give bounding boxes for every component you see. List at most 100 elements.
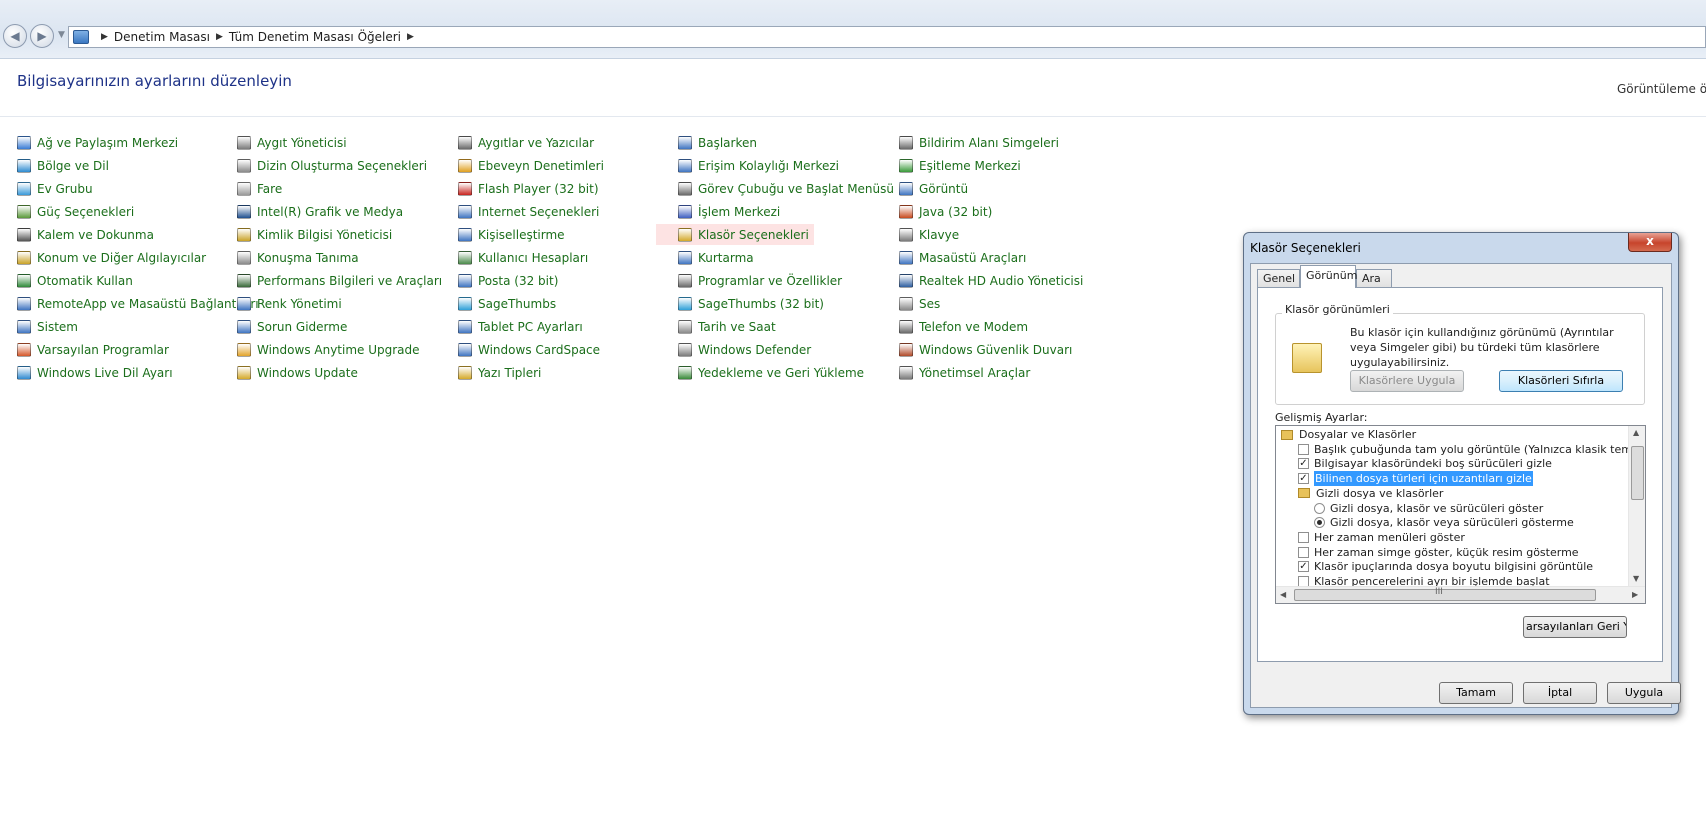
setting-radio[interactable] bbox=[1314, 502, 1325, 514]
breadcrumb-control-panel[interactable]: Denetim Masası bbox=[114, 30, 210, 44]
setting-checkbox[interactable] bbox=[1298, 443, 1309, 455]
control-panel-item[interactable]: Kişiselleştirme bbox=[458, 224, 565, 245]
control-panel-item[interactable]: Ses bbox=[899, 293, 940, 314]
setting-checkbox[interactable]: ✓ bbox=[1298, 458, 1309, 470]
control-panel-item[interactable]: Klavye bbox=[899, 224, 959, 245]
advanced-setting-row[interactable]: Her zaman menüleri göster bbox=[1298, 530, 1465, 545]
advanced-setting-row[interactable]: Başlık çubuğunda tam yolu görüntüle (Yal… bbox=[1298, 442, 1643, 457]
control-panel-item[interactable]: Bildirim Alanı Simgeleri bbox=[899, 132, 1059, 153]
advanced-setting-row[interactable]: ✓ Bilinen dosya türleri için uzantıları g… bbox=[1298, 471, 1533, 487]
address-bar[interactable]: ▶ Denetim Masası ▶ Tüm Denetim Masası Öğ… bbox=[68, 26, 1706, 48]
apply-to-folders-button[interactable]: Klasörlere Uygula bbox=[1350, 370, 1464, 392]
cancel-button[interactable]: İptal bbox=[1523, 682, 1597, 704]
close-icon[interactable]: x bbox=[1628, 233, 1672, 252]
back-arrow-icon[interactable]: ◀ bbox=[3, 24, 27, 48]
control-panel-item[interactable]: Klasör Seçenekleri bbox=[656, 224, 814, 245]
control-panel-item[interactable]: Sorun Giderme bbox=[237, 316, 347, 337]
control-panel-item[interactable]: Telefon ve Modem bbox=[899, 316, 1028, 337]
breadcrumb-arrow-icon[interactable]: ▶ bbox=[407, 32, 414, 42]
control-panel-item[interactable]: Programlar ve Özellikler bbox=[678, 270, 842, 291]
control-panel-item[interactable]: Aygıt Yöneticisi bbox=[237, 132, 347, 153]
control-panel-item[interactable]: Tarih ve Saat bbox=[678, 316, 776, 337]
control-panel-item[interactable]: Bölge ve Dil bbox=[17, 155, 109, 176]
advanced-setting-row[interactable]: ✓ Bilgisayar klasöründeki boş sürücüleri … bbox=[1298, 456, 1552, 471]
breadcrumb-arrow-icon[interactable]: ▶ bbox=[101, 32, 108, 42]
control-panel-item[interactable]: Realtek HD Audio Yöneticisi bbox=[899, 270, 1083, 291]
recent-pages-dropdown-icon[interactable]: ▼ bbox=[58, 30, 65, 40]
control-panel-item[interactable]: Yazı Tipleri bbox=[458, 362, 541, 383]
control-panel-item[interactable]: İşlem Merkezi bbox=[678, 201, 780, 222]
control-panel-item[interactable]: Varsayılan Programlar bbox=[17, 339, 169, 360]
control-panel-item[interactable]: Flash Player (32 bit) bbox=[458, 178, 599, 199]
control-panel-item[interactable]: SageThumbs (32 bit) bbox=[678, 293, 824, 314]
setting-checkbox[interactable]: ✓ bbox=[1298, 473, 1309, 485]
control-panel-item[interactable]: Sistem bbox=[17, 316, 78, 337]
control-panel-item[interactable]: Fare bbox=[237, 178, 282, 199]
advanced-settings-tree[interactable]: Dosyalar ve Klasörler Başlık çubuğunda ta… bbox=[1275, 425, 1646, 604]
control-panel-item[interactable]: Windows Anytime Upgrade bbox=[237, 339, 420, 360]
control-panel-item[interactable]: Kalem ve Dokunma bbox=[17, 224, 154, 245]
setting-radio[interactable] bbox=[1314, 517, 1325, 529]
advanced-setting-row[interactable]: Her zaman simge göster, küçük resim göst… bbox=[1298, 545, 1579, 560]
scroll-down-icon[interactable]: ▼ bbox=[1633, 574, 1639, 583]
control-panel-item[interactable]: Yedekleme ve Geri Yükleme bbox=[678, 362, 864, 383]
horizontal-scrollbar[interactable]: ◀ III ▶ bbox=[1276, 586, 1645, 603]
control-panel-item[interactable]: Windows Update bbox=[237, 362, 358, 383]
control-panel-item[interactable]: Windows CardSpace bbox=[458, 339, 600, 360]
control-panel-item[interactable]: Kullanıcı Hesapları bbox=[458, 247, 588, 268]
tab-general[interactable]: Genel bbox=[1257, 269, 1300, 287]
control-panel-item[interactable]: Kurtarma bbox=[678, 247, 754, 268]
control-panel-item[interactable]: Başlarken bbox=[678, 132, 757, 153]
apply-button[interactable]: Uygula bbox=[1607, 682, 1681, 704]
scroll-right-icon[interactable]: ▶ bbox=[1632, 590, 1638, 599]
control-panel-item[interactable]: Görev Çubuğu ve Başlat Menüsü bbox=[678, 178, 894, 199]
scroll-left-icon[interactable]: ◀ bbox=[1280, 590, 1286, 599]
setting-checkbox[interactable] bbox=[1298, 531, 1309, 543]
reset-folders-button[interactable]: Klasörleri Sıfırla bbox=[1499, 370, 1623, 392]
control-panel-item[interactable]: Kimlik Bilgisi Yöneticisi bbox=[237, 224, 392, 245]
advanced-setting-row[interactable]: ✓ Klasör ipuçlarında dosya boyutu bilgisi… bbox=[1298, 559, 1593, 574]
control-panel-item[interactable]: Intel(R) Grafik ve Medya bbox=[237, 201, 403, 222]
control-panel-item[interactable]: Masaüstü Araçları bbox=[899, 247, 1026, 268]
scroll-up-icon[interactable]: ▲ bbox=[1633, 428, 1639, 437]
control-panel-item[interactable]: Yönetimsel Araçlar bbox=[899, 362, 1030, 383]
control-panel-item[interactable]: Ev Grubu bbox=[17, 178, 93, 199]
restore-defaults-button[interactable]: arsayılanları Geri Yükl bbox=[1523, 616, 1627, 638]
control-panel-item[interactable]: Güç Seçenekleri bbox=[17, 201, 134, 222]
horizontal-scroll-thumb[interactable]: III bbox=[1294, 587, 1596, 601]
tab-view[interactable]: Görünüm bbox=[1300, 265, 1357, 288]
control-panel-item[interactable]: Dizin Oluşturma Seçenekleri bbox=[237, 155, 427, 176]
control-panel-item[interactable]: Windows Güvenlik Duvarı bbox=[899, 339, 1072, 360]
control-panel-item[interactable]: Otomatik Kullan bbox=[17, 270, 133, 291]
setting-checkbox[interactable] bbox=[1298, 546, 1309, 558]
advanced-setting-row[interactable]: Gizli dosya, klasör veya sürücüleri göst… bbox=[1314, 515, 1574, 530]
tab-search[interactable]: Ara bbox=[1356, 269, 1392, 287]
control-panel-item[interactable]: Konum ve Diğer Algılayıcılar bbox=[17, 247, 206, 268]
control-panel-item[interactable]: Renk Yönetimi bbox=[237, 293, 342, 314]
breadcrumb-arrow-icon[interactable]: ▶ bbox=[216, 32, 223, 42]
advanced-setting-row[interactable]: Gizli dosya, klasör ve sürücüleri göster bbox=[1314, 501, 1543, 516]
forward-arrow-icon[interactable]: ▶ bbox=[30, 24, 54, 48]
control-panel-item[interactable]: Windows Live Dil Ayarı bbox=[17, 362, 173, 383]
control-panel-item[interactable]: Erişim Kolaylığı Merkezi bbox=[678, 155, 839, 176]
control-panel-item[interactable]: Aygıtlar ve Yazıcılar bbox=[458, 132, 594, 153]
advanced-setting-row[interactable]: Dosyalar ve Klasörler bbox=[1281, 427, 1416, 442]
advanced-setting-row[interactable]: Gizli dosya ve klasörler bbox=[1298, 486, 1443, 501]
vertical-scrollbar[interactable]: ▲ ▼ bbox=[1628, 426, 1645, 587]
view-by-label[interactable]: Görüntüleme ölç bbox=[1617, 82, 1706, 96]
control-panel-item[interactable]: Ağ ve Paylaşım Merkezi bbox=[17, 132, 178, 153]
control-panel-item[interactable]: Performans Bilgileri ve Araçları bbox=[237, 270, 442, 291]
control-panel-item[interactable]: Görüntü bbox=[899, 178, 968, 199]
control-panel-item[interactable]: Ebeveyn Denetimleri bbox=[458, 155, 604, 176]
control-panel-item[interactable]: Tablet PC Ayarları bbox=[458, 316, 583, 337]
control-panel-item[interactable]: SageThumbs bbox=[458, 293, 556, 314]
breadcrumb-all-items[interactable]: Tüm Denetim Masası Öğeleri bbox=[229, 30, 401, 44]
control-panel-item[interactable]: Windows Defender bbox=[678, 339, 811, 360]
control-panel-item[interactable]: Eşitleme Merkezi bbox=[899, 155, 1021, 176]
control-panel-item[interactable]: Konuşma Tanıma bbox=[237, 247, 359, 268]
control-panel-item[interactable]: Posta (32 bit) bbox=[458, 270, 558, 291]
vertical-scroll-thumb[interactable] bbox=[1631, 446, 1644, 500]
ok-button[interactable]: Tamam bbox=[1439, 682, 1513, 704]
control-panel-item[interactable]: RemoteApp ve Masaüstü Bağlantıları bbox=[17, 293, 259, 314]
control-panel-item[interactable]: Internet Seçenekleri bbox=[458, 201, 599, 222]
